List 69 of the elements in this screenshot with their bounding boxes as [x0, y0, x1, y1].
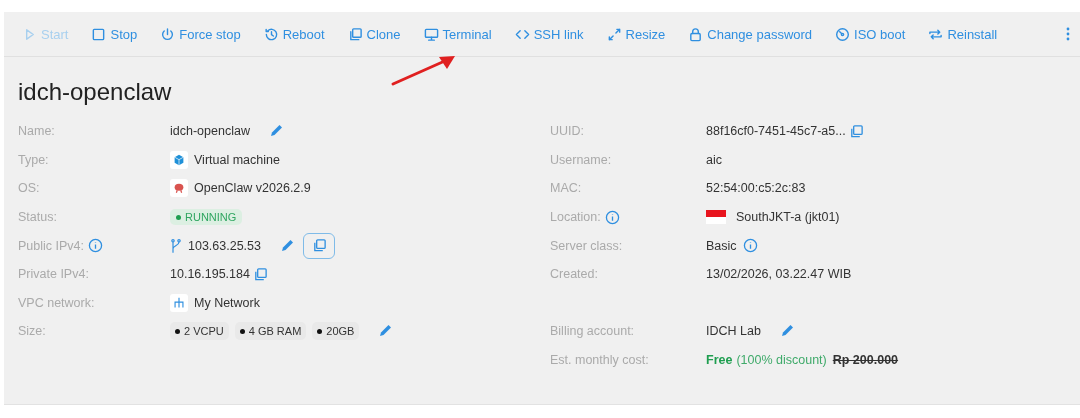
disc-icon [835, 26, 851, 42]
field-label: Username: [550, 152, 612, 167]
size-chip: 20GB [312, 322, 360, 341]
field-value: 52:54:00:c5:2c:83 [706, 181, 806, 196]
field-value: 88f16cf0-7451-45c7-a5... [706, 124, 846, 139]
copy-icon[interactable] [252, 266, 268, 282]
field-value: 103.63.25.53 [188, 238, 261, 253]
field-label: MAC: [550, 181, 582, 196]
toolbar-button[interactable]: Terminal [423, 26, 492, 42]
field-value: Virtual machine [194, 152, 280, 167]
lock-icon [688, 26, 704, 42]
toolbar-button[interactable]: Stop [91, 26, 138, 42]
field-value: OpenClaw v2026.2.9 [194, 181, 311, 196]
reboot-icon [263, 26, 279, 42]
price-text: Free [706, 353, 733, 368]
field-label: Est. monthly cost: [550, 353, 649, 368]
field-label: Status: [18, 210, 57, 225]
size-chip: 2 VCPU [170, 322, 229, 341]
field-value: SouthJKT-a (jkt01) [736, 210, 840, 225]
toolbar-button[interactable]: Resize [606, 26, 666, 42]
field-value: IDCH Lab [706, 324, 761, 339]
field-label: OS: [18, 181, 40, 196]
field-value: Basic [706, 238, 737, 253]
field-label: Size: [18, 324, 46, 339]
field-label: Created: [550, 267, 598, 282]
copy-icon[interactable] [848, 123, 864, 139]
field-label: Name: [18, 124, 55, 139]
field-label: VPC network: [18, 295, 95, 310]
status-badge: RUNNING [170, 209, 243, 226]
info-icon[interactable] [742, 238, 758, 254]
field-label: Private IPv4: [18, 267, 89, 282]
toolbar-button[interactable]: Reinstall [928, 26, 998, 42]
edit-icon[interactable] [279, 237, 295, 254]
toolbar-button[interactable]: ISO boot [835, 26, 906, 42]
network-icon [170, 293, 188, 312]
toolbar-button[interactable]: Clone [347, 26, 401, 42]
stop-icon [91, 26, 107, 42]
field-label: Type: [18, 152, 49, 167]
branch-icon [170, 236, 182, 255]
claw-icon [170, 179, 188, 198]
field-value: aic [706, 152, 722, 167]
toolbar-button[interactable]: Reboot [263, 26, 325, 42]
field-value: 10.16.195.184 [170, 267, 250, 282]
discount-text: (100% discount) [736, 353, 827, 368]
copy-icon [347, 26, 363, 42]
field-label: UUID: [550, 124, 585, 139]
more-icon[interactable] [1066, 26, 1070, 42]
field-label: Public IPv4: [18, 238, 84, 253]
info-icon[interactable] [604, 209, 620, 225]
field-value: My Network [194, 295, 260, 310]
flag-icon [706, 210, 726, 225]
cube-icon [170, 150, 188, 169]
toolbar-button[interactable]: Change password [688, 26, 813, 42]
toolbar-button[interactable]: Force stop [160, 26, 241, 42]
field-label: Billing account: [550, 324, 635, 339]
monitor-icon [423, 26, 439, 42]
copy-icon [311, 238, 327, 254]
info-icon[interactable] [88, 238, 103, 254]
field-value: idch-openclaw [170, 124, 250, 139]
field-label: Server class: [550, 238, 623, 253]
size-chip: 4 GB RAM [234, 322, 307, 341]
original-price: Rp 200.000 [832, 353, 899, 368]
page-title: idch-openclaw [18, 77, 172, 107]
power-icon [160, 26, 176, 42]
field-value: 13/02/2026, 03.22.47 WIB [706, 267, 852, 282]
toolbar-button[interactable]: SSH link [514, 26, 584, 42]
copy-button[interactable] [303, 232, 335, 259]
resize-icon [606, 26, 622, 42]
field-label: Location: [550, 210, 601, 225]
